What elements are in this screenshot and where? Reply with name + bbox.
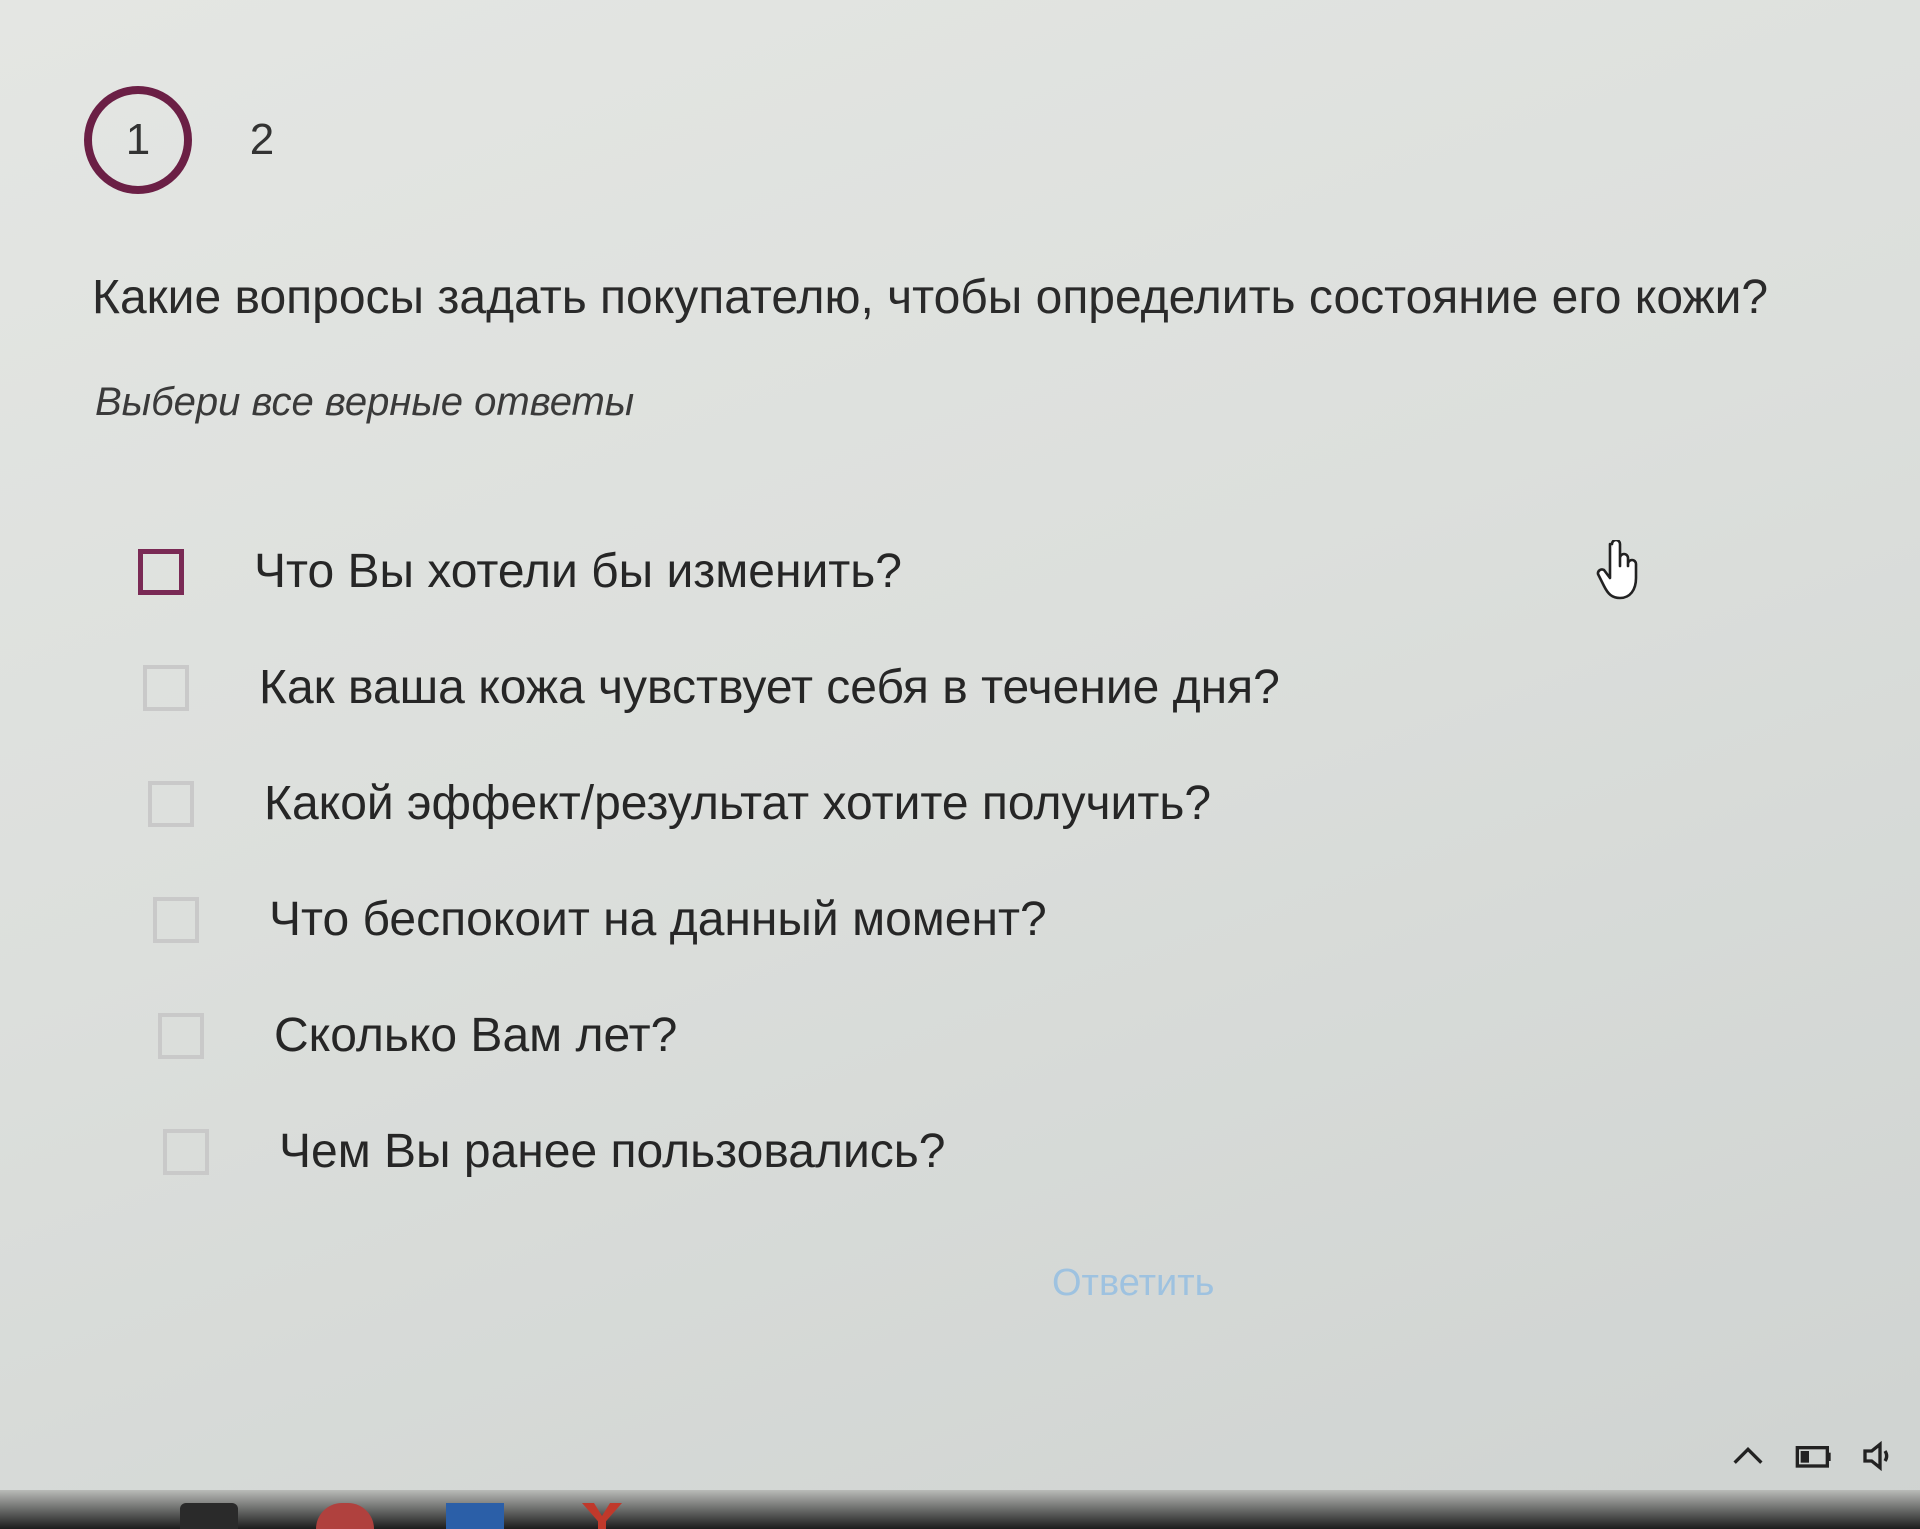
option-6[interactable]: Чем Вы ранее пользовались? bbox=[163, 1124, 946, 1179]
system-tray bbox=[1728, 1436, 1900, 1476]
hand-pointer-icon bbox=[1596, 540, 1638, 600]
question-stepper: 1 2 bbox=[84, 86, 292, 194]
checkbox[interactable] bbox=[138, 548, 184, 595]
battery-icon[interactable] bbox=[1794, 1436, 1834, 1476]
option-2[interactable]: Как ваша кожа чувствует себя в течение д… bbox=[143, 660, 1280, 715]
word-app-icon[interactable] bbox=[446, 1503, 504, 1529]
option-label: Как ваша кожа чувствует себя в течение д… bbox=[259, 661, 1280, 714]
speaker-icon[interactable] bbox=[1860, 1436, 1900, 1476]
checkbox[interactable] bbox=[153, 896, 199, 943]
camera-app-icon[interactable] bbox=[180, 1503, 238, 1529]
option-label: Сколько Вам лет? bbox=[274, 1009, 678, 1062]
submit-button[interactable]: Ответить bbox=[1052, 1262, 1214, 1305]
option-label: Что беспокоит на данный момент? bbox=[269, 893, 1047, 946]
step-1[interactable]: 1 bbox=[84, 86, 192, 194]
option-3[interactable]: Какой эффект/результат хотите получить? bbox=[148, 776, 1211, 831]
option-1[interactable]: Что Вы хотели бы изменить? bbox=[138, 544, 902, 599]
answer-hint: Выбери все верные ответы bbox=[95, 380, 635, 424]
option-4[interactable]: Что беспокоит на данный момент? bbox=[153, 892, 1047, 947]
step-2[interactable]: 2 bbox=[232, 86, 292, 194]
option-5[interactable]: Сколько Вам лет? bbox=[158, 1008, 677, 1063]
question-text: Какие вопросы задать покупателю, чтобы о… bbox=[92, 271, 1769, 324]
browser-app-icon[interactable] bbox=[316, 1503, 374, 1529]
option-label: Чем Вы ранее пользовались? bbox=[279, 1125, 946, 1178]
checkbox[interactable] bbox=[148, 780, 194, 827]
chevron-up-icon[interactable] bbox=[1728, 1436, 1768, 1476]
taskbar bbox=[0, 1490, 1920, 1529]
checkbox[interactable] bbox=[163, 1128, 209, 1175]
yandex-app-icon[interactable] bbox=[582, 1503, 622, 1529]
option-label: Что Вы хотели бы изменить? bbox=[254, 545, 902, 598]
checkbox[interactable] bbox=[158, 1012, 204, 1059]
option-label: Какой эффект/результат хотите получить? bbox=[264, 777, 1212, 830]
checkbox[interactable] bbox=[143, 664, 189, 711]
